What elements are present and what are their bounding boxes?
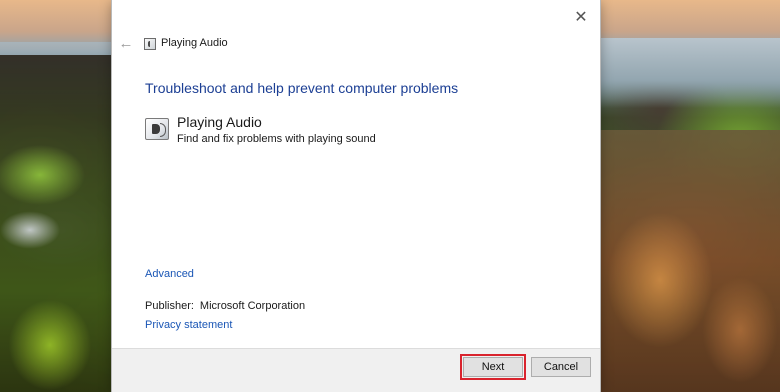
nav-title: Playing Audio [161,37,228,49]
advanced-link[interactable]: Advanced [145,268,194,280]
title-bar: ✕ [112,0,600,34]
wallpaper-sea-right [600,38,780,108]
page-heading: Troubleshoot and help prevent computer p… [145,80,459,96]
playing-audio-item[interactable]: Playing Audio Find and fix problems with… [145,114,445,148]
back-arrow-icon: ← [118,35,134,52]
dialog-footer: Next Cancel [112,348,600,392]
close-icon: ✕ [574,9,588,26]
cancel-button[interactable]: Cancel [531,357,591,377]
publisher-value: Microsoft Corporation [199,300,306,312]
back-button[interactable]: ← [117,35,135,53]
item-description: Find and fix problems with playing sound [177,133,376,145]
troubleshooter-dialog: ✕ ← Playing Audio Troubleshoot and help … [112,0,600,392]
troubleshooter-icon [144,38,156,50]
publisher-info: Publisher: Microsoft Corporation [145,300,305,312]
wallpaper-rocks-left [0,55,112,392]
item-title: Playing Audio [177,114,262,130]
wallpaper-rocks-right [600,130,780,392]
next-button[interactable]: Next [460,354,526,380]
close-button[interactable]: ✕ [566,4,596,30]
publisher-label: Publisher: [145,300,194,312]
privacy-statement-link[interactable]: Privacy statement [145,319,232,331]
speaker-icon [145,118,169,140]
navigation-bar: ← Playing Audio [112,34,600,56]
